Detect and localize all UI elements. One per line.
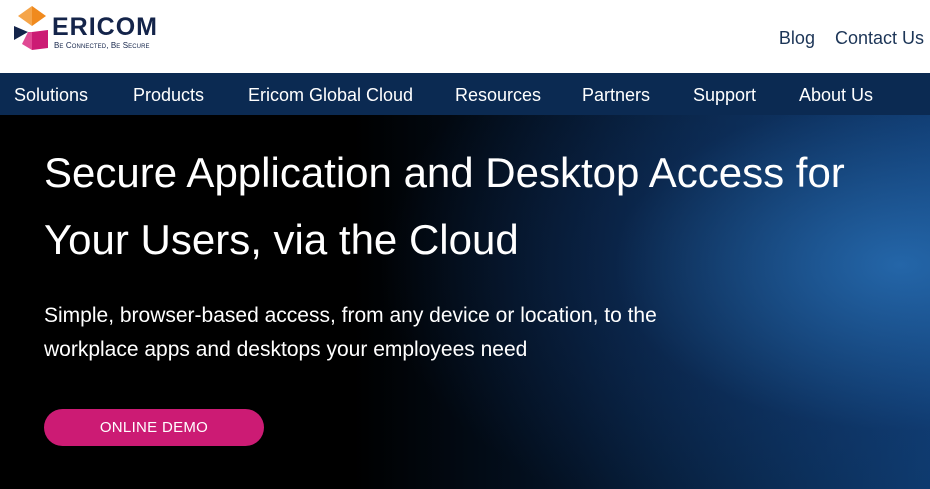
hero-subtitle: Simple, browser-based access, from any d… [44,304,657,361]
utility-links: Blog Contact Us [779,27,924,49]
nav-item-ericom-global-cloud[interactable]: Ericom Global Cloud [248,85,413,105]
hero-banner: Secure Application and Desktop Access fo… [0,115,930,489]
main-navigation: Solutions Products Ericom Global Cloud R… [0,73,930,115]
ericom-logo-icon [14,6,48,50]
nav-item-resources[interactable]: Resources [455,85,541,105]
nav-item-about-us[interactable]: About Us [799,85,873,105]
site-header: ERICOM Be Connected, Be Secure Blog Cont… [0,0,930,73]
blog-link[interactable]: Blog [779,27,815,49]
nav-item-partners[interactable]: Partners [582,85,650,105]
nav-item-products[interactable]: Products [133,85,204,105]
nav-item-support[interactable]: Support [693,85,756,105]
contact-us-link[interactable]: Contact Us [835,27,924,49]
ericom-logo[interactable]: ERICOM Be Connected, Be Secure [12,4,182,54]
logo-wordmark: ERICOM [52,13,158,41]
nav-item-solutions[interactable]: Solutions [14,85,88,105]
online-demo-button[interactable]: ONLINE DEMO [44,409,264,446]
logo-tagline: Be Connected, Be Secure [54,41,150,50]
hero-title: Secure Application and Desktop Access fo… [44,149,845,263]
